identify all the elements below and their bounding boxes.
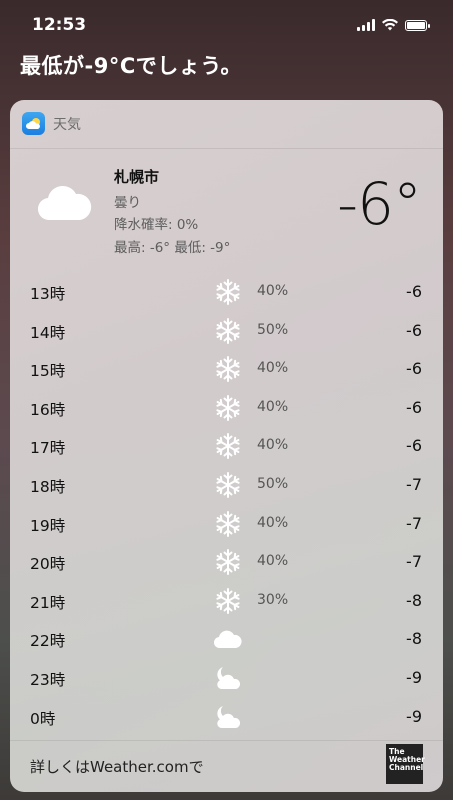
snowflake-icon [214,317,242,345]
hour-label: 18時 [30,478,66,496]
siri-response-text: 最低が-9°Cでしょう。 [20,54,242,78]
precip-percent: 40% [257,553,289,570]
hour-temperature: -6 [406,320,422,340]
precip-percent: 40% [257,398,289,415]
hourly-row: 21時 30% -8 [10,582,443,620]
snowflake-icon [214,355,242,383]
weather-card[interactable]: 天気 札幌市 曇り 降水確率: 0% 最高: -6° 最低: -9° -6° 1… [10,100,443,792]
hour-temperature: -9 [406,668,422,687]
hourly-row: 15時 40% -6 [10,350,443,388]
card-header: 天気 [22,112,81,135]
condition-text: 曇り [114,195,141,211]
status-bar: 12:53 [0,0,453,52]
snowflake-icon [214,587,242,615]
hour-temperature: -8 [406,590,422,610]
cloud-icon [213,625,242,653]
status-icons [357,19,430,31]
precip-percent: 40% [257,437,289,454]
hour-label: 13時 [30,285,66,303]
hour-temperature: -7 [406,475,422,494]
hourly-row: 18時 50% -7 [10,466,443,504]
hour-temperature: -6 [406,359,422,379]
snowflake-icon [214,510,242,538]
battery-icon [405,19,430,31]
moon-cloud-icon [214,664,242,692]
hourly-row: 20時 40% -7 [10,543,443,581]
hour-temperature: -7 [406,513,422,533]
hour-temperature: -6 [406,397,422,417]
app-name: 天気 [53,116,81,133]
precip-percent: 50% [257,476,289,492]
cloud-icon [38,185,92,221]
snowflake-icon [214,471,242,499]
hourly-row: 22時 -8 [10,620,443,658]
hour-label: 17時 [30,439,66,458]
snowflake-icon [214,278,242,306]
hourly-row: 16時 40% -6 [10,389,443,427]
snowflake-icon [214,432,242,460]
weather-app-icon [22,112,45,135]
hourly-row: 19時 40% -7 [10,505,443,543]
hourly-row: 0時 -9 [10,698,443,736]
hour-label: 22時 [30,632,66,651]
footer-divider [10,740,443,741]
high-low-temp: 最高: -6° 最低: -9° [114,240,231,256]
snowflake-icon [214,548,242,576]
precip-percent: 40% [257,514,289,531]
hour-label: 0時 [30,709,56,728]
hourly-row: 17時 40% -6 [10,427,443,465]
header-divider [10,148,443,149]
precip-percent: 30% [257,591,289,608]
hour-temperature: -7 [406,552,422,572]
status-time: 12:53 [32,15,87,35]
cellular-signal-icon [357,19,375,31]
current-temperature: -6° [337,170,422,238]
hour-label: 20時 [30,555,66,574]
precip-percent: 40% [257,283,289,299]
precip-percent: 40% [257,360,289,377]
hour-label: 16時 [30,400,66,419]
hour-label: 23時 [30,671,66,689]
weather-channel-logo[interactable]: The Weather Channel [386,744,425,784]
moon-cloud-icon [214,703,242,731]
hour-label: 21時 [30,593,66,612]
precipitation-chance: 降水確率: 0% [114,217,199,233]
hour-temperature: -6 [406,436,422,456]
weather-com-link[interactable]: 詳しくはWeather.comで [30,756,204,777]
snowflake-icon [214,394,242,422]
precip-percent: 50% [257,321,289,338]
city-name: 札幌市 [114,168,160,186]
hour-temperature: -8 [406,629,422,649]
wifi-icon [382,19,398,31]
hour-label: 15時 [30,362,66,381]
hourly-row: 23時 -9 [10,659,443,697]
hour-temperature: -9 [406,706,422,726]
hour-label: 14時 [30,323,66,342]
hour-label: 19時 [30,516,66,535]
hourly-row: 14時 50% -6 [10,312,443,350]
hour-temperature: -6 [406,282,422,301]
hourly-row: 13時 40% -6 [10,273,443,311]
